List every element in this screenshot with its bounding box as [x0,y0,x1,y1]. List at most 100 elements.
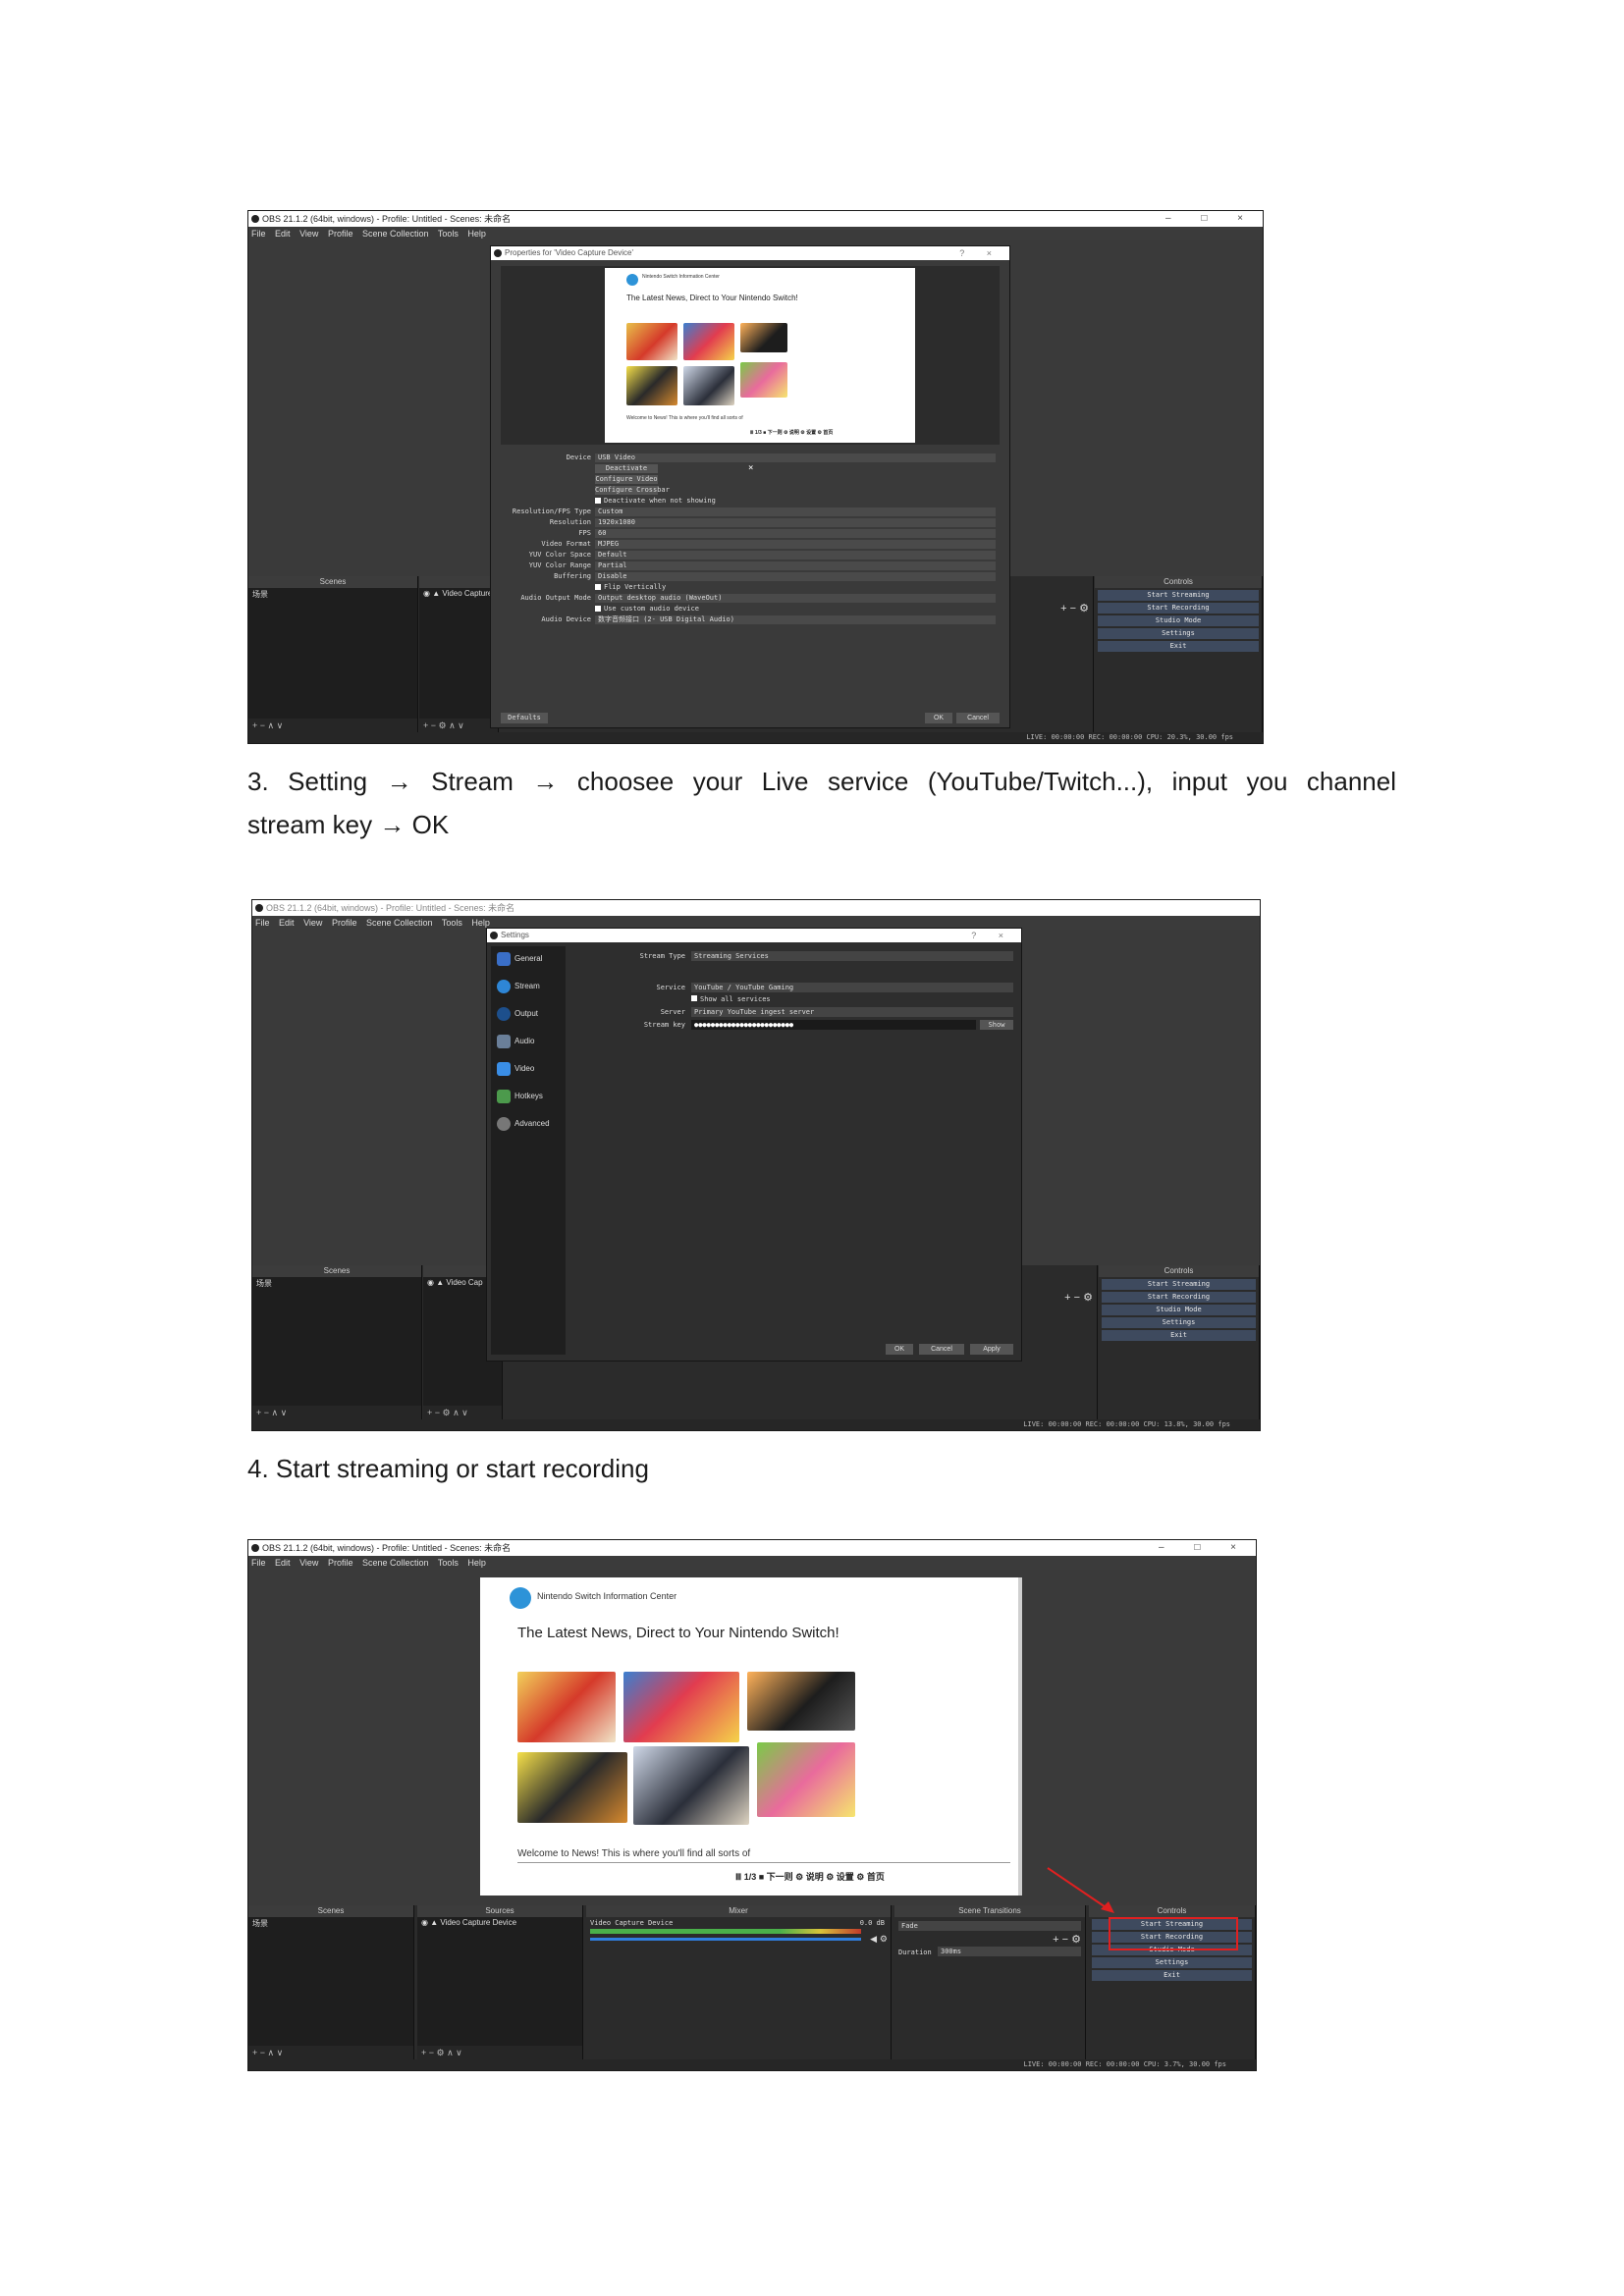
server-select[interactable]: Primary YouTube ingest server [691,1007,1013,1017]
menu-file[interactable]: File [251,229,266,239]
transition-plus-minus[interactable]: + − ⚙ [1060,602,1089,614]
mixer-volume-slider[interactable] [590,1938,861,1941]
scenes-header: Scenes [248,576,417,588]
studio-mode-button[interactable]: Studio Mode [1102,1305,1256,1315]
news-toolbar[interactable]: Ⅲ 1/3 ■ 下一则 ⚙ 说明 ⚙ 设置 ⚙ 首页 [750,429,833,436]
resolution-select[interactable]: 1920x1080 [595,518,996,527]
scenes-footer-buttons[interactable]: + − ∧ ∨ [252,1406,421,1419]
menu-view[interactable]: View [299,1558,318,1568]
flip-vertically-checkbox[interactable]: Flip Vertically [595,582,666,593]
settings-button[interactable]: Settings [1092,1957,1252,1968]
mixer-speaker-icon[interactable]: ◀ [870,1934,877,1945]
configure-video-button[interactable]: Configure Video [595,475,658,484]
window-controls[interactable]: – □ × [1165,211,1257,227]
mixer-gear-icon[interactable]: ⚙ [880,1934,888,1945]
scene-item[interactable]: 场景 [248,1917,413,1930]
deactivate-button[interactable]: Deactivate [595,464,658,473]
settings-nav-advanced[interactable]: Advanced [497,1117,550,1131]
menu-help[interactable]: Help [471,918,490,928]
scene-item[interactable]: 场景 [252,1277,421,1290]
menu-scene-collection[interactable]: Scene Collection [362,229,429,239]
menu-edit[interactable]: Edit [279,918,295,928]
preview-area: Nintendo Switch Information Center The L… [248,1570,1256,1905]
menu-profile[interactable]: Profile [332,918,357,928]
settings-nav-output[interactable]: Output [497,1007,538,1021]
settings-nav-hotkeys[interactable]: Hotkeys [497,1090,543,1103]
audio-device-select[interactable]: 数字音频接口 (2- USB Digital Audio) [595,615,996,624]
news-toolbar[interactable]: Ⅲ 1/3 ■ 下一则 ⚙ 说明 ⚙ 设置 ⚙ 首页 [735,1870,885,1883]
settings-nav-audio[interactable]: Audio [497,1035,534,1048]
settings-nav-stream[interactable]: Stream [497,980,540,993]
checkbox-checked-icon [691,995,697,1001]
source-item[interactable]: ◉ ▲ Video Capture Device [417,1917,582,1928]
menu-edit[interactable]: Edit [275,229,291,239]
ok-button[interactable]: OK [886,1344,913,1355]
sources-footer-buttons[interactable]: + − ⚙ ∧ ∨ [417,2046,582,2059]
show-key-button[interactable]: Show [980,1020,1013,1030]
apply-button[interactable]: Apply [970,1344,1013,1355]
menu-profile[interactable]: Profile [328,229,353,239]
menu-profile[interactable]: Profile [328,1558,353,1568]
transitions-dock: Scene Transitions Fade + − ⚙ Duration 30… [894,1905,1086,2059]
close-icon[interactable]: × [748,463,753,474]
menu-file[interactable]: File [251,1558,266,1568]
menu-edit[interactable]: Edit [275,1558,291,1568]
device-select[interactable]: USB Video [595,454,996,462]
stream-type-select[interactable]: Streaming Services [691,951,1013,961]
service-select[interactable]: YouTube / YouTube Gaming [691,983,1013,992]
transition-plus-minus[interactable]: + − ⚙ [1064,1291,1093,1304]
menu-help[interactable]: Help [467,1558,486,1568]
scenes-footer-buttons[interactable]: + − ∧ ∨ [248,2046,413,2059]
scene-item[interactable]: 场景 [248,588,417,601]
start-streaming-button[interactable]: Start Streaming [1098,590,1259,601]
window-controls[interactable]: – □ × [1159,1540,1250,1556]
color-range-select[interactable]: Partial [595,561,996,570]
exit-button[interactable]: Exit [1102,1330,1256,1341]
audio-output-select[interactable]: Output desktop audio (WaveOut) [595,594,996,603]
settings-button[interactable]: Settings [1102,1317,1256,1328]
defaults-button[interactable]: Defaults [501,713,548,723]
mixer-level-meter [590,1929,861,1934]
stream-key-input[interactable]: ●●●●●●●●●●●●●●●●●●●●●●●● [691,1020,976,1030]
settings-nav-general[interactable]: General [497,952,542,966]
buffering-select[interactable]: Disable [595,572,996,581]
cancel-button[interactable]: Cancel [956,713,1000,723]
studio-mode-button[interactable]: Studio Mode [1098,615,1259,626]
exit-button[interactable]: Exit [1092,1970,1252,1981]
red-arrow-icon [1047,1867,1114,1913]
video-format-select[interactable]: MJPEG [595,540,996,549]
duration-input[interactable]: 300ms [938,1947,1081,1956]
preview-scrollbar[interactable] [1018,1577,1022,1896]
menu-view[interactable]: View [299,229,318,239]
cancel-button[interactable]: Cancel [919,1344,964,1355]
deactivate-when-not-showing-checkbox[interactable]: Deactivate when not showing [595,496,716,507]
res-type-select[interactable]: Custom [595,507,996,516]
transition-plus-minus[interactable]: + − ⚙ [1053,1933,1081,1946]
custom-audio-checkbox[interactable]: Use custom audio device [595,604,699,614]
ok-button[interactable]: OK [925,713,952,723]
start-streaming-button[interactable]: Start Streaming [1102,1279,1256,1290]
menu-tools[interactable]: Tools [442,918,462,928]
dialog-help-close-icons[interactable]: ? × [971,929,1013,942]
sources-footer-buttons[interactable]: + − ⚙ ∧ ∨ [423,1406,502,1419]
scenes-footer-buttons[interactable]: + − ∧ ∨ [248,719,417,732]
fps-select[interactable]: 60 [595,529,996,538]
start-recording-button[interactable]: Start Recording [1102,1292,1256,1303]
exit-button[interactable]: Exit [1098,641,1259,652]
color-space-select[interactable]: Default [595,551,996,560]
controls-header: Controls [1099,1265,1259,1277]
menu-file[interactable]: File [255,918,270,928]
settings-nav-video[interactable]: Video [497,1062,534,1076]
menu-scene-collection[interactable]: Scene Collection [362,1558,429,1568]
menu-help[interactable]: Help [467,229,486,239]
settings-button[interactable]: Settings [1098,628,1259,639]
show-all-services-checkbox[interactable]: Show all services [691,995,771,1003]
start-recording-button[interactable]: Start Recording [1098,603,1259,614]
menu-view[interactable]: View [303,918,322,928]
menu-tools[interactable]: Tools [438,1558,459,1568]
sources-footer-buttons[interactable]: + − ⚙ ∧ ∨ [419,719,498,732]
menu-scene-collection[interactable]: Scene Collection [366,918,433,928]
menu-tools[interactable]: Tools [438,229,459,239]
dialog-help-close-icons[interactable]: ? × [959,246,1001,260]
configure-crossbar-button[interactable]: Configure Crossbar [595,486,670,495]
